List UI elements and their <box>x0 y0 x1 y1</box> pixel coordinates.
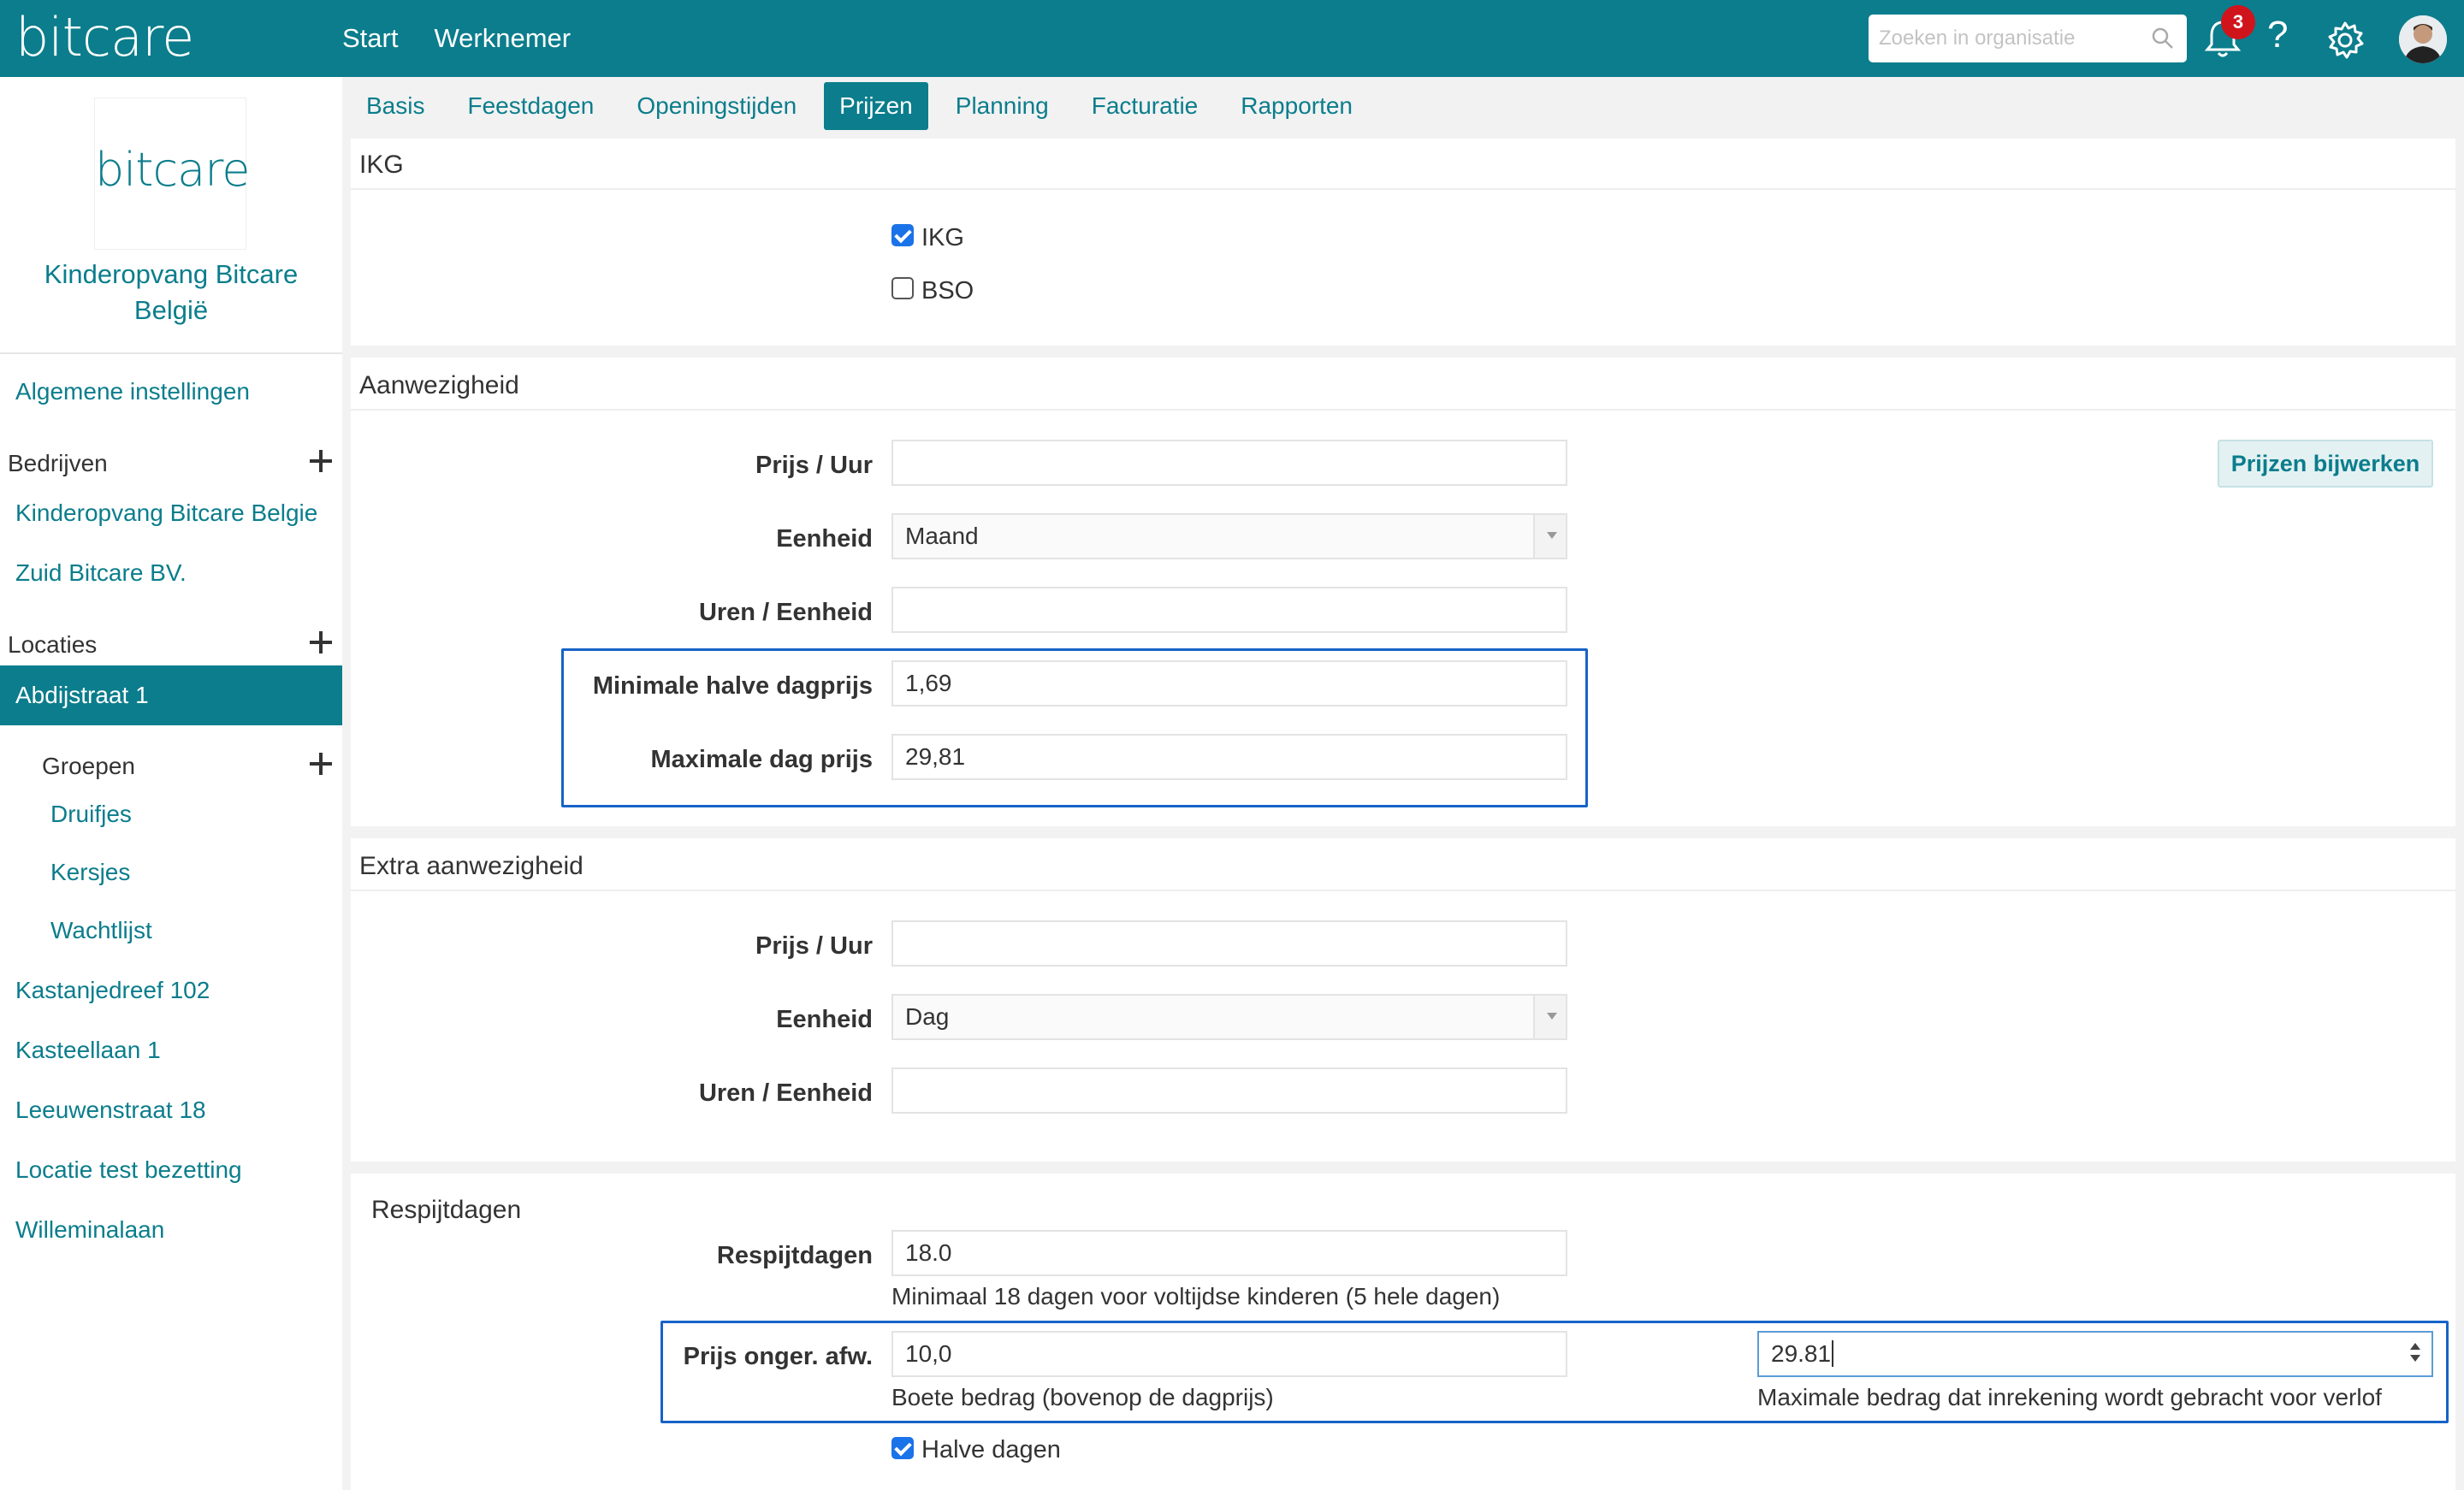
max-leave-amount-input[interactable]: 29.81 <box>1757 1331 2433 1377</box>
max-leave-amount-value: 29.81 <box>1771 1340 1832 1367</box>
tab-planning[interactable]: Planning <box>940 82 1064 130</box>
add-company-icon[interactable] <box>310 450 332 472</box>
top-bar: bitcare Start Werknemer 3 ? <box>0 0 2464 77</box>
organization-logo: bitcare <box>94 98 250 250</box>
min-half-day-price-label: Minimale halve dagprijs <box>592 672 873 700</box>
sidebar-item-company[interactable]: Zuid Bitcare BV. <box>15 559 187 587</box>
extra-hours-per-unit-input[interactable] <box>891 1067 1567 1114</box>
price-per-hour-label: Prijs / Uur <box>755 452 873 479</box>
search-box[interactable] <box>1869 15 2187 62</box>
sidebar-item-location[interactable]: Kastanjedreef 102 <box>15 977 210 1004</box>
bitcare-logo[interactable]: bitcare <box>15 3 194 72</box>
sidebar-item-location[interactable]: Willeminalaan <box>15 1216 164 1244</box>
half-days-checkbox-label: Halve dagen <box>921 1436 1061 1463</box>
max-leave-amount-hint: Maximale bedrag dat inrekening wordt geb… <box>1757 1384 2382 1410</box>
sidebar-item-general-settings[interactable]: Algemene instellingen <box>15 378 250 405</box>
add-location-icon[interactable] <box>310 631 332 653</box>
sidebar-item-location[interactable]: Kasteellaan 1 <box>15 1037 161 1064</box>
panel-divider <box>351 188 2455 190</box>
half-days-checkbox[interactable] <box>891 1437 914 1459</box>
avatar[interactable] <box>2399 15 2447 63</box>
ikg-checkbox[interactable] <box>891 224 914 246</box>
groups-header: Groepen <box>42 753 135 779</box>
sidebar-item-group[interactable]: Wachtlijst <box>50 917 152 944</box>
add-group-icon[interactable] <box>310 753 332 775</box>
help-icon[interactable]: ? <box>2267 14 2288 56</box>
organization-name[interactable]: Kinderopvang Bitcare België <box>0 257 342 328</box>
gear-icon[interactable] <box>2325 21 2365 64</box>
extra-hours-per-unit-label: Uren / Eenheid <box>698 1079 873 1107</box>
unexcused-absence-price-hint: Boete bedrag (bovenop de dagprijs) <box>891 1384 1274 1410</box>
grace-days-label: Respijtdagen <box>716 1242 873 1269</box>
grace-days-input[interactable]: 18.0 <box>891 1230 1567 1276</box>
chevron-down-icon[interactable] <box>1533 996 1566 1038</box>
panel-title: Aanwezigheid <box>359 371 519 399</box>
sidebar-divider <box>0 352 342 354</box>
grace-days-hint: Minimaal 18 dagen voor voltijdse kindere… <box>891 1283 1501 1310</box>
sidebar-item-group[interactable]: Druifjes <box>50 801 132 828</box>
search-input[interactable] <box>1869 15 2125 62</box>
search-icon[interactable] <box>2151 27 2175 55</box>
unit-select-value: Maand <box>905 523 979 549</box>
bso-checkbox-label: BSO <box>921 277 974 305</box>
chevron-down-icon[interactable] <box>1533 515 1566 558</box>
extra-unit-label: Eenheid <box>776 1006 873 1033</box>
unexcused-absence-price-label: Prijs onger. afw. <box>683 1343 873 1370</box>
unit-select[interactable]: Maand <box>891 513 1567 559</box>
extra-price-per-hour-label: Prijs / Uur <box>755 932 873 960</box>
max-day-price-input[interactable]: 29,81 <box>891 734 1567 780</box>
sidebar-item-group[interactable]: Kersjes <box>50 859 130 886</box>
organization-logo-text: bitcare <box>95 143 250 197</box>
companies-header: Bedrijven <box>8 450 108 476</box>
organization-name-line2: België <box>133 295 209 325</box>
tab-rapporten[interactable]: Rapporten <box>1225 82 1368 130</box>
extra-price-per-hour-input[interactable] <box>891 920 1567 967</box>
panel-divider <box>351 890 2455 891</box>
sidebar-item-location[interactable]: Locatie test bezetting <box>15 1156 242 1184</box>
panel-title: Extra aanwezigheid <box>359 852 583 880</box>
tab-openingstijden[interactable]: Openingstijden <box>621 82 812 130</box>
ikg-panel: IKG <box>351 139 2455 346</box>
number-spinner-icon[interactable] <box>2409 1343 2421 1365</box>
text-cursor <box>1832 1340 1834 1367</box>
panel-title: IKG <box>359 151 404 179</box>
nav-werknemer[interactable]: Werknemer <box>434 23 571 54</box>
sidebar-item-active-location[interactable]: Abdijstraat 1 <box>0 665 342 725</box>
ikg-checkbox-label: IKG <box>921 224 964 251</box>
unexcused-absence-price-input[interactable]: 10,0 <box>891 1331 1567 1377</box>
sidebar-item-company[interactable]: Kinderopvang Bitcare Belgie <box>15 500 317 527</box>
unit-label: Eenheid <box>776 525 873 553</box>
organization-name-line1: Kinderopvang Bitcare <box>44 259 299 289</box>
hours-per-unit-input[interactable] <box>891 587 1567 633</box>
sidebar: bitcare Kinderopvang Bitcare België Alge… <box>0 77 342 1490</box>
max-day-price-label: Maximale dag prijs <box>650 746 874 773</box>
panel-title: Respijtdagen <box>371 1196 522 1224</box>
extra-unit-select-value: Dag <box>905 1003 950 1030</box>
hours-per-unit-label: Uren / Eenheid <box>698 599 873 626</box>
tab-feestdagen[interactable]: Feestdagen <box>452 82 609 130</box>
settings-tabs: Basis Feestdagen Openingstijden Prijzen … <box>351 82 1380 133</box>
update-prices-button[interactable]: Prijzen bijwerken <box>2218 440 2433 488</box>
tab-facturatie[interactable]: Facturatie <box>1076 82 1214 130</box>
notification-badge: 3 <box>2221 5 2255 39</box>
min-half-day-price-input[interactable]: 1,69 <box>891 660 1567 707</box>
sidebar-item-location[interactable]: Leeuwenstraat 18 <box>15 1097 206 1124</box>
panel-divider <box>351 409 2455 411</box>
price-per-hour-input[interactable] <box>891 440 1567 486</box>
tab-prijzen[interactable]: Prijzen <box>824 82 928 130</box>
top-nav: Start Werknemer <box>342 0 571 77</box>
extra-unit-select[interactable]: Dag <box>891 994 1567 1040</box>
nav-start[interactable]: Start <box>342 23 398 54</box>
tab-basis[interactable]: Basis <box>351 82 440 130</box>
bso-checkbox[interactable] <box>891 277 914 299</box>
locations-header: Locaties <box>8 631 98 658</box>
